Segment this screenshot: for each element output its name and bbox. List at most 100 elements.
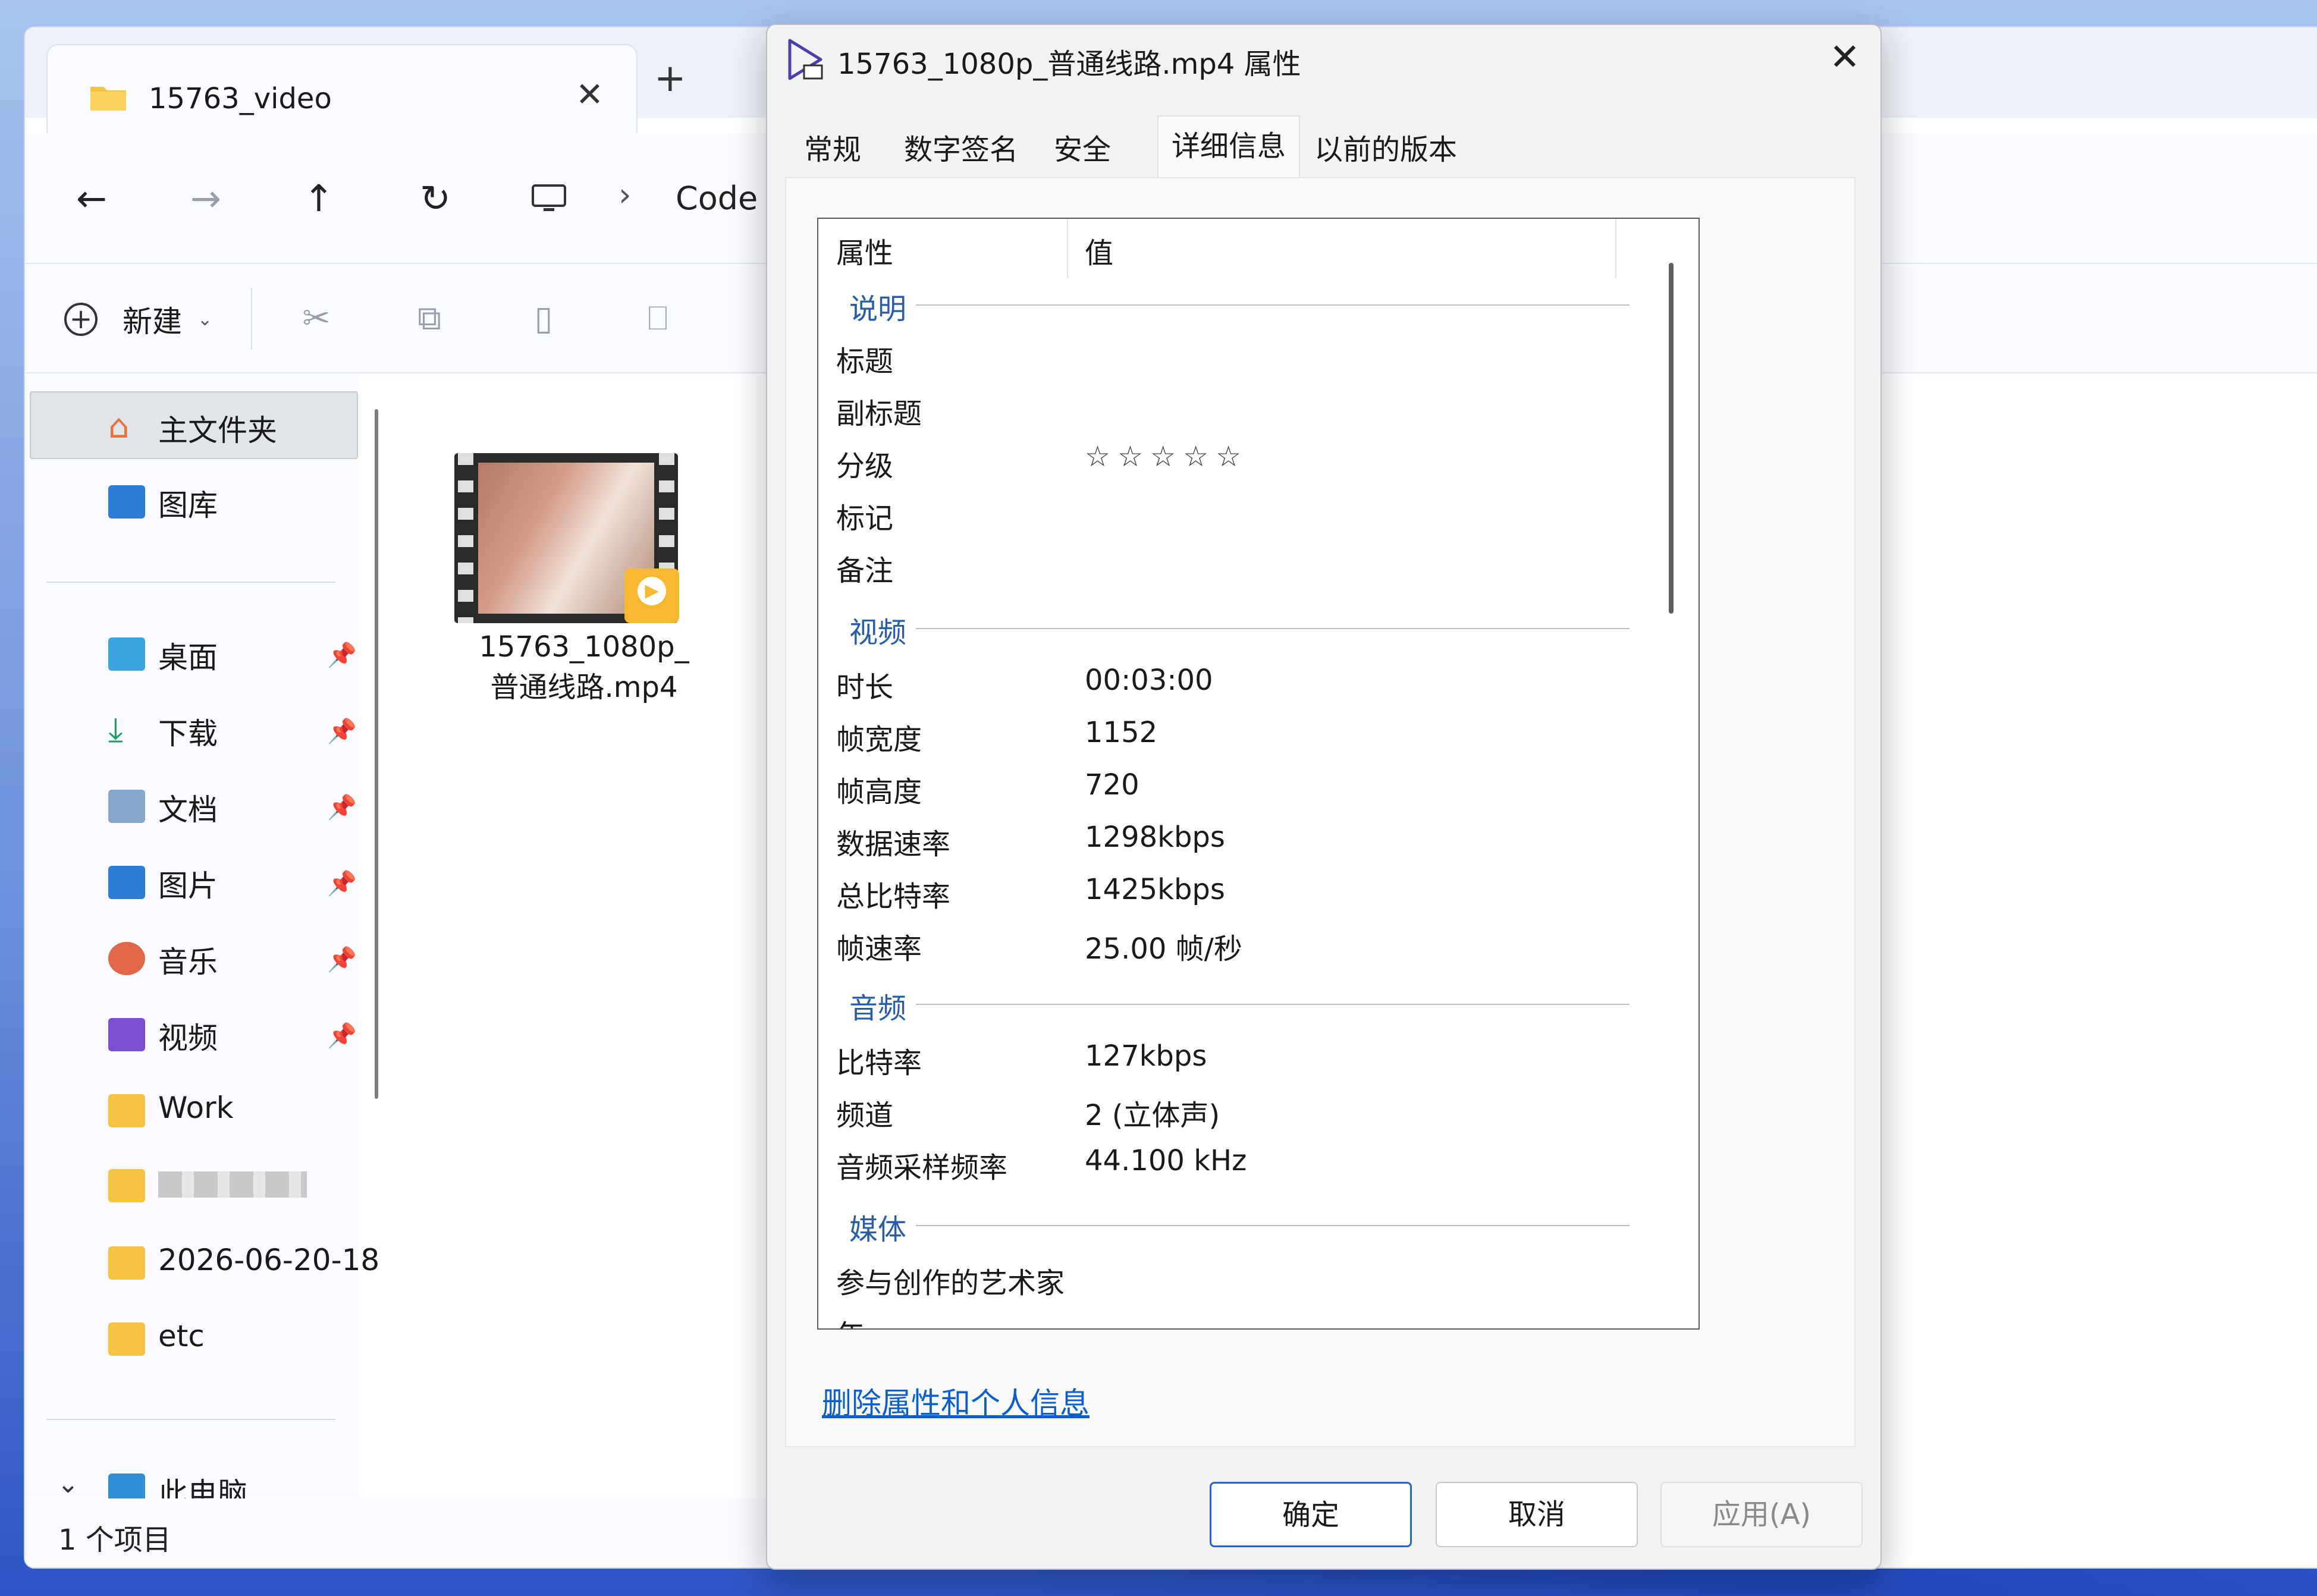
property-name[interactable]: 音频采样频率 bbox=[836, 1144, 1007, 1186]
sidebar-item-label: 桌面 bbox=[158, 640, 218, 675]
copy-icon[interactable]: ⧉ bbox=[412, 301, 447, 337]
sidebar-scrollbar[interactable] bbox=[375, 409, 378, 1099]
back-icon[interactable]: ← bbox=[68, 175, 115, 222]
property-name[interactable]: 备注 bbox=[836, 547, 893, 589]
sidebar-item-downloads[interactable]: ⤓ 下载 📌 bbox=[31, 696, 364, 761]
property-name[interactable]: 分级 bbox=[836, 442, 893, 484]
tab-close-icon[interactable]: ✕ bbox=[576, 78, 604, 112]
property-value[interactable]: 1152 bbox=[1085, 716, 1157, 749]
redacted-label bbox=[158, 1171, 307, 1198]
property-value[interactable]: 1425kbps bbox=[1085, 873, 1225, 906]
rename-icon[interactable]: ⎕ bbox=[640, 301, 676, 337]
property-value[interactable]: 44.100 kHz bbox=[1085, 1144, 1247, 1177]
pin-icon[interactable]: 📌 bbox=[327, 641, 357, 669]
computer-icon[interactable] bbox=[530, 184, 567, 213]
sidebar-item-label: 文档 bbox=[158, 793, 218, 827]
chevron-down-icon[interactable]: ⌄ bbox=[57, 1469, 79, 1499]
tab-previous-versions[interactable]: 以前的版本 bbox=[1308, 122, 1463, 177]
sidebar-item-label: etc bbox=[158, 1319, 205, 1353]
player-app-icon: ▶ bbox=[624, 568, 679, 623]
group-divider bbox=[916, 1004, 1630, 1005]
property-name[interactable]: 年 bbox=[836, 1312, 865, 1328]
pin-icon[interactable]: 📌 bbox=[327, 869, 357, 897]
sidebar-item-pictures[interactable]: 图片 📌 bbox=[31, 848, 364, 913]
close-icon[interactable]: ✕ bbox=[1829, 38, 1860, 76]
file-name-line: 15763_1080p_ bbox=[479, 630, 689, 664]
desktop-icon bbox=[108, 637, 145, 671]
column-header-value[interactable]: 值 bbox=[1085, 230, 1113, 271]
sidebar-item-label: 主文件夹 bbox=[158, 413, 277, 448]
apply-button[interactable]: 应用(A) bbox=[1660, 1482, 1863, 1547]
explorer-tab[interactable]: 15763_video ✕ bbox=[46, 44, 638, 134]
group-divider bbox=[916, 1225, 1630, 1226]
property-value[interactable]: 720 bbox=[1085, 768, 1139, 802]
property-name[interactable]: 参与创作的艺术家 bbox=[836, 1259, 1065, 1301]
group-divider bbox=[916, 628, 1630, 629]
refresh-icon[interactable]: ↻ bbox=[412, 175, 459, 222]
property-value[interactable]: 00:03:00 bbox=[1085, 664, 1213, 697]
sidebar-item-dated-folder[interactable]: 2026-06-20-18 bbox=[31, 1229, 379, 1294]
sidebar-item-documents[interactable]: 文档 📌 bbox=[31, 772, 364, 837]
property-value[interactable]: 25.00 帧/秒 bbox=[1085, 925, 1242, 967]
ok-button[interactable]: 确定 bbox=[1210, 1482, 1412, 1547]
sidebar-item-label: Work bbox=[158, 1091, 234, 1125]
pin-icon[interactable]: 📌 bbox=[327, 945, 357, 973]
new-tab-button[interactable]: + bbox=[654, 59, 686, 98]
property-name[interactable]: 帧高度 bbox=[836, 768, 922, 810]
sidebar-item-home[interactable]: ⌂ 主文件夹 bbox=[30, 391, 358, 459]
pictures-icon bbox=[108, 866, 145, 899]
property-name[interactable]: 比特率 bbox=[836, 1039, 922, 1081]
sidebar-item-etc[interactable]: etc bbox=[31, 1305, 364, 1370]
property-name[interactable]: 数据速率 bbox=[836, 821, 950, 862]
property-name[interactable]: 帧速率 bbox=[836, 925, 922, 967]
property-name[interactable]: 总比特率 bbox=[836, 873, 950, 915]
breadcrumb-item[interactable]: Code bbox=[676, 180, 758, 217]
sidebar-item-desktop[interactable]: 桌面 📌 bbox=[31, 620, 364, 685]
pin-icon[interactable]: 📌 bbox=[327, 717, 357, 745]
property-value[interactable]: 2 (立体声) bbox=[1085, 1092, 1220, 1133]
pin-icon[interactable]: 📌 bbox=[327, 1022, 357, 1050]
tab-security[interactable]: 安全 bbox=[1041, 122, 1124, 177]
sidebar-item-redacted-folder[interactable] bbox=[31, 1151, 364, 1217]
properties-list[interactable]: 属性 值 说明 标题 副标题 分级 ☆☆☆☆☆ 标记 备注 视频 时长 00:0… bbox=[817, 218, 1700, 1330]
cut-icon[interactable]: ✂ bbox=[299, 301, 334, 337]
column-divider[interactable] bbox=[1067, 219, 1068, 278]
tab-details[interactable]: 详细信息 bbox=[1157, 115, 1300, 178]
property-value[interactable]: 1298kbps bbox=[1085, 821, 1225, 854]
tab-general[interactable]: 常规 bbox=[785, 122, 880, 177]
plus-icon: + bbox=[64, 303, 98, 336]
sidebar-item-videos[interactable]: 视频 📌 bbox=[31, 1000, 364, 1066]
property-name[interactable]: 标记 bbox=[836, 495, 893, 536]
group-divider bbox=[916, 304, 1630, 306]
property-name[interactable]: 频道 bbox=[836, 1092, 893, 1133]
paste-icon[interactable]: ▯ bbox=[526, 301, 561, 337]
property-name[interactable]: 副标题 bbox=[836, 390, 922, 432]
up-icon[interactable]: ↑ bbox=[295, 175, 343, 222]
column-divider[interactable] bbox=[1615, 219, 1616, 278]
forward-icon[interactable]: → bbox=[182, 175, 230, 222]
property-value[interactable]: 127kbps bbox=[1085, 1039, 1207, 1073]
sidebar-divider bbox=[46, 582, 335, 583]
group-header: 音频 bbox=[849, 992, 907, 1025]
list-scrollbar[interactable] bbox=[1669, 263, 1674, 614]
rating-stars[interactable]: ☆☆☆☆☆ bbox=[1085, 440, 1248, 473]
tab-digital-signatures[interactable]: 数字签名 bbox=[896, 122, 1026, 177]
sidebar-item-music[interactable]: 音乐 📌 bbox=[31, 924, 364, 989]
folder-icon bbox=[108, 1169, 145, 1202]
property-name[interactable]: 时长 bbox=[836, 664, 893, 705]
property-name[interactable]: 帧宽度 bbox=[836, 716, 922, 758]
toolbar-divider bbox=[251, 288, 252, 350]
file-name-label[interactable]: 15763_1080p_ 普通线路.mp4 bbox=[435, 627, 733, 708]
sidebar-item-label: 2026-06-20-18 bbox=[158, 1243, 380, 1277]
sidebar-item-work[interactable]: Work bbox=[31, 1076, 364, 1142]
remove-properties-link[interactable]: 删除属性和个人信息 bbox=[822, 1380, 1090, 1422]
media-file-icon bbox=[788, 39, 823, 80]
cancel-button[interactable]: 取消 bbox=[1436, 1482, 1638, 1547]
new-button[interactable]: + 新建 ⌄ bbox=[64, 299, 212, 340]
pin-icon[interactable]: 📌 bbox=[327, 793, 357, 821]
property-name[interactable]: 标题 bbox=[836, 338, 893, 379]
tab-title: 15763_video bbox=[149, 82, 332, 115]
breadcrumb-chevron-icon: › bbox=[619, 176, 632, 213]
sidebar-item-gallery[interactable]: 图库 bbox=[31, 467, 364, 533]
column-header-property[interactable]: 属性 bbox=[836, 230, 893, 271]
